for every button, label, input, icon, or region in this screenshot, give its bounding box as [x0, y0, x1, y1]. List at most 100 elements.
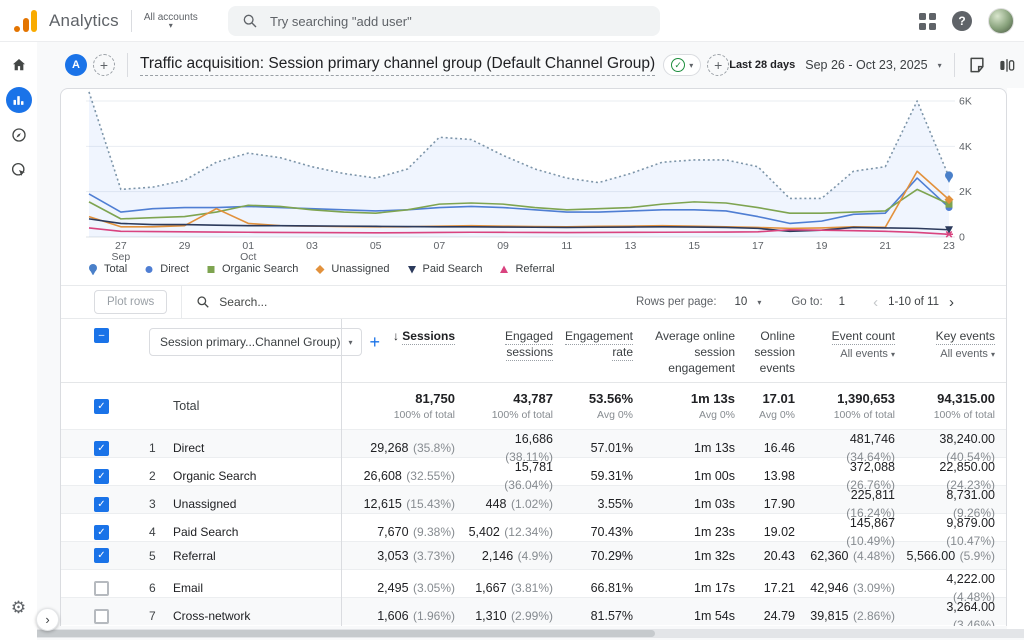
user-avatar[interactable]	[988, 8, 1014, 34]
compare-icon[interactable]	[997, 55, 1017, 75]
metric-cell: 145,867 (10.49%)	[803, 514, 903, 550]
metric-cell: 1m 17s	[641, 579, 743, 597]
row-checkbox[interactable]: ✓	[94, 548, 109, 563]
column-header-engagement-rate[interactable]: Engagement rate	[561, 328, 641, 360]
select-all-checkbox[interactable]: –	[94, 328, 109, 343]
metric-cell: 17.21	[743, 579, 803, 597]
legend-item-referral[interactable]: Referral	[498, 263, 554, 275]
legend-item-organic-search[interactable]: Organic Search	[205, 263, 298, 275]
plot-rows-button[interactable]: Plot rows	[94, 290, 167, 314]
sessions-chart[interactable]: 02K4K6K27Sep2901Oct030507091113151719212…	[61, 89, 1006, 285]
dimension-selector[interactable]: Session primary...Channel Group) ▾	[149, 328, 362, 356]
account-switcher[interactable]: All accounts ▾	[144, 12, 198, 29]
column-header-engaged-sessions[interactable]: Engaged sessions	[463, 328, 561, 360]
metric-cell: 5,566.00 (5.9%)	[903, 547, 1003, 565]
row-index: 2	[149, 469, 173, 483]
row-checkbox[interactable]: ✓	[94, 525, 109, 540]
main-content: A + Traffic acquisition: Session primary…	[37, 42, 1024, 640]
row-checkbox[interactable]	[94, 609, 109, 624]
row-checkbox[interactable]	[94, 581, 109, 596]
column-header-average-online-session-engagement[interactable]: Average online session engagement	[641, 328, 743, 377]
divider	[131, 10, 132, 32]
metric-cell: 26,608 (32.55%)	[341, 467, 463, 485]
metric-cell: 5,402 (12.34%)	[463, 523, 561, 541]
row-checkbox[interactable]: ✓	[94, 469, 109, 484]
column-header-online-session-events[interactable]: Online session events	[743, 328, 803, 377]
help-icon[interactable]: ?	[952, 11, 972, 31]
channels-table: – Session primary...Channel Group) ▾ + ↓…	[61, 319, 1006, 626]
legend-item-total[interactable]: Total	[87, 263, 127, 275]
metric-cell: 1m 54s	[641, 607, 743, 625]
y-axis-tick: 4K	[959, 141, 972, 153]
row-checkbox[interactable]: ✓	[94, 497, 109, 512]
column-divider	[341, 319, 342, 626]
chevron-down-icon: ▾	[938, 61, 942, 70]
total-cell: 1m 13sAvg 0%	[641, 391, 743, 421]
legend-item-direct[interactable]: Direct	[143, 263, 189, 275]
x-axis-tick: 19	[816, 240, 828, 252]
column-header-event-count[interactable]: Event countAll events ▾	[803, 328, 903, 362]
x-axis-tick: 21	[879, 240, 891, 252]
table-search-placeholder: Search...	[219, 295, 267, 309]
row-checkbox[interactable]: ✓	[94, 441, 109, 456]
row-index: 5	[149, 549, 173, 563]
scrollbar-thumb[interactable]	[0, 630, 655, 637]
report-card: 02K4K6K27Sep2901Oct030507091113151719212…	[60, 88, 1007, 626]
legend-label: Paid Search	[423, 263, 483, 275]
nav-home-icon[interactable]	[6, 52, 32, 78]
metric-cell: 15,781 (36.04%)	[463, 458, 561, 494]
expand-panel-button[interactable]: ›	[36, 608, 59, 631]
line-chart-canvas[interactable]: 02K4K6K27Sep2901Oct030507091113151719212…	[61, 89, 1007, 285]
legend-label: Referral	[515, 263, 554, 275]
x-axis-tick: 29	[179, 240, 191, 252]
notes-icon[interactable]	[967, 55, 987, 75]
chevron-down-icon[interactable]: ▾	[757, 298, 761, 307]
add-metric-button[interactable]: +	[707, 54, 729, 76]
legend-item-paid-search[interactable]: Paid Search	[406, 263, 483, 275]
metric-cell: 13.98	[743, 467, 803, 485]
metric-cell: 29,268 (35.8%)	[341, 439, 463, 457]
table-header-row: – Session primary...Channel Group) ▾ + ↓…	[61, 319, 1006, 382]
date-range-picker[interactable]: Sep 26 - Oct 23, 2025	[805, 58, 927, 72]
legend-label: Organic Search	[222, 263, 298, 275]
metric-cell: 2,146 (4.9%)	[463, 547, 561, 565]
ga-analytics-screen: Analytics All accounts ▾ Try searching "…	[0, 0, 1024, 640]
admin-settings-icon[interactable]: ⚙	[0, 598, 37, 618]
rows-per-page-select[interactable]: 10	[735, 296, 748, 308]
next-page-icon[interactable]: ›	[949, 294, 954, 311]
add-comparison-button[interactable]: +	[93, 54, 115, 76]
apps-grid-icon[interactable]	[919, 13, 936, 30]
comparison-chip[interactable]: A	[65, 54, 87, 76]
legend-label: Direct	[160, 263, 189, 275]
column-header-sessions[interactable]: ↓ Sessions	[341, 328, 463, 344]
left-nav-rail: ⚙	[0, 42, 37, 640]
search-input[interactable]: Try searching "add user"	[228, 6, 660, 36]
metric-cell: 16.46	[743, 439, 803, 457]
goto-page-input[interactable]: 1	[839, 296, 845, 308]
prev-page-icon[interactable]: ‹	[873, 294, 878, 311]
table-row-email[interactable]: 6Email2,495 (3.05%)1,667 (3.81%)66.81%1m…	[61, 569, 1006, 597]
table-row-direct[interactable]: ✓1Direct29,268 (35.8%)16,686 (38.11%)57.…	[61, 429, 1006, 457]
nav-reports-icon[interactable]	[6, 87, 32, 113]
nav-explore-icon[interactable]	[6, 122, 32, 148]
metric-filter-select[interactable]: All events ▾	[803, 347, 895, 362]
metric-cell: 9,879.00 (10.47%)	[903, 514, 1003, 550]
metric-cell: 1,606 (1.96%)	[341, 607, 463, 625]
report-title[interactable]: Traffic acquisition: Session primary cha…	[140, 55, 655, 76]
metric-filter-select[interactable]: All events ▾	[903, 347, 995, 362]
channel-name: Unassigned	[173, 497, 341, 511]
column-header-key-events[interactable]: Key eventsAll events ▾	[903, 328, 1003, 362]
table-row-organic-search[interactable]: ✓2Organic Search26,608 (32.55%)15,781 (3…	[61, 457, 1006, 485]
circle-icon	[143, 263, 155, 275]
horizontal-scrollbar[interactable]	[0, 629, 1024, 638]
metric-cell: 19.02	[743, 523, 803, 541]
table-row-cross-network[interactable]: 7Cross-network1,606 (1.96%)1,310 (2.99%)…	[61, 597, 1006, 625]
data-quality-badge[interactable]: ✓ ▾	[663, 54, 701, 76]
table-row-paid-search[interactable]: ✓4Paid Search7,670 (9.38%)5,402 (12.34%)…	[61, 513, 1006, 541]
nav-advertising-icon[interactable]	[6, 157, 32, 183]
total-row-checkbox[interactable]: ✓	[94, 399, 109, 414]
metric-cell: 1m 23s	[641, 523, 743, 541]
legend-item-unassigned[interactable]: Unassigned	[314, 263, 389, 275]
table-search-input[interactable]: Search...	[196, 295, 267, 309]
channel-name: Direct	[173, 441, 341, 455]
